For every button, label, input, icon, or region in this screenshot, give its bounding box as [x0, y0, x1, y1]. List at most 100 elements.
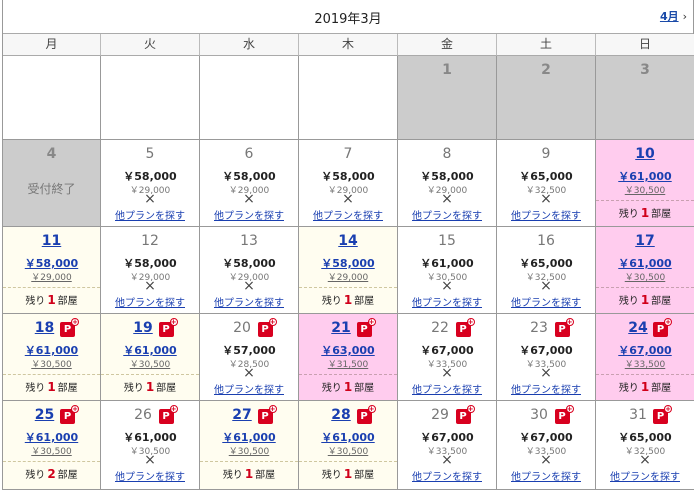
other-plans-link[interactable]: 他プランを探す: [497, 294, 595, 309]
other-plans-link[interactable]: 他プランを探す: [299, 207, 397, 222]
rooms-remaining: 残り 1 部屋: [101, 374, 199, 394]
rooms-remaining: 残り 1 部屋: [299, 461, 397, 481]
next-month-link[interactable]: 4月 ›: [660, 8, 687, 24]
day-number[interactable]: 11: [3, 233, 100, 249]
price-total[interactable]: ￥61,000: [3, 342, 100, 358]
remaining-prefix: 残り: [222, 470, 243, 481]
calendar-day-cell[interactable]: 10 ￥61,000 ￥30,500 残り 1 部屋: [596, 140, 694, 227]
price-total: ￥58,000: [321, 170, 375, 183]
day-number: 4: [46, 146, 57, 162]
price-total[interactable]: ￥63,000: [299, 342, 397, 358]
day-number[interactable]: 10: [596, 146, 694, 162]
other-plans-link[interactable]: 他プランを探す: [398, 207, 496, 222]
price-total: ￥67,000: [420, 431, 474, 444]
calendar-day-cell[interactable]: 28 P + ￥61,000 ￥30,500 残り 1 部屋: [299, 401, 398, 490]
price-per-person: ￥30,500: [624, 273, 666, 283]
rooms-remaining: 残り 1 部屋: [596, 374, 694, 394]
plus-icon: +: [367, 318, 376, 326]
calendar-day-cell[interactable]: 24 P + ￥67,000 ￥33,500 残り 1 部屋: [596, 314, 694, 401]
day-number[interactable]: 17: [596, 233, 694, 249]
price-total[interactable]: ￥61,000: [3, 429, 100, 445]
other-plans-link[interactable]: 他プランを探す: [101, 294, 199, 309]
price-total[interactable]: ￥67,000: [596, 342, 694, 358]
day-number[interactable]: 21: [299, 320, 397, 336]
remaining-prefix: 残り: [618, 296, 639, 307]
remaining-count: 1: [145, 380, 155, 394]
plus-icon: +: [664, 318, 672, 326]
other-plans-link[interactable]: 他プランを探す: [497, 381, 595, 396]
remaining-suffix: 部屋: [57, 470, 78, 481]
price-total[interactable]: ￥61,000: [101, 342, 199, 358]
day-number: 1: [442, 62, 452, 78]
unavailable-icon: ×: [342, 191, 354, 207]
price-total: ￥58,000: [420, 170, 474, 183]
price-total[interactable]: ￥61,000: [596, 255, 694, 271]
price-total[interactable]: ￥61,000: [596, 168, 694, 184]
weekday-header: 土: [497, 34, 596, 56]
price-total[interactable]: ￥61,000: [200, 429, 298, 445]
plus-icon: +: [268, 318, 277, 326]
day-number[interactable]: 25: [3, 407, 100, 423]
price-per-person: ￥30,500: [31, 360, 72, 370]
unavailable-icon: ×: [540, 191, 552, 207]
calendar-day-cell[interactable]: 18 P + ￥61,000 ￥30,500 残り 1 部屋: [3, 314, 101, 401]
calendar-day-cell[interactable]: 21 P + ￥63,000 ￥31,500 残り 1 部屋: [299, 314, 398, 401]
day-number[interactable]: 24: [596, 320, 694, 336]
price-total[interactable]: ￥58,000: [299, 255, 397, 271]
price-total: ￥61,000: [123, 431, 177, 444]
other-plans-link[interactable]: 他プランを探す: [398, 468, 496, 483]
calendar-day-cell[interactable]: 11 ￥58,000 ￥29,000 残り 1 部屋: [3, 227, 101, 314]
plus-icon: +: [565, 405, 574, 413]
remaining-count: 1: [640, 206, 650, 220]
unavailable-icon: ×: [540, 365, 552, 381]
day-number[interactable]: 14: [299, 233, 397, 249]
parking-badge-icon: P +: [257, 405, 277, 424]
calendar-day-cell[interactable]: 19 P + ￥61,000 ￥30,500 残り 1 部屋: [101, 314, 200, 401]
calendar-day-cell: 20 P + ￥57,000 ￥28,500 × 他プランを探す: [200, 314, 299, 401]
other-plans-link[interactable]: 他プランを探す: [200, 294, 298, 309]
calendar-day-cell: [101, 56, 200, 140]
unavailable-icon: ×: [441, 191, 453, 207]
price-per-person: ￥33,500: [624, 360, 666, 370]
rooms-remaining: 残り 1 部屋: [299, 374, 397, 394]
other-plans-link[interactable]: 他プランを探す: [497, 468, 595, 483]
other-plans-link[interactable]: 他プランを探す: [101, 207, 199, 222]
price-total[interactable]: ￥61,000: [299, 429, 397, 445]
weekday-header: 月: [3, 34, 101, 56]
other-plans-link[interactable]: 他プランを探す: [398, 294, 496, 309]
other-plans-link[interactable]: 他プランを探す: [596, 468, 694, 483]
other-plans-link[interactable]: 他プランを探す: [101, 468, 199, 483]
unavailable-icon: ×: [540, 452, 552, 468]
remaining-prefix: 残り: [321, 383, 342, 394]
calendar-day-cell[interactable]: 14 ￥58,000 ￥29,000 残り 1 部屋: [299, 227, 398, 314]
unavailable-icon: ×: [144, 278, 156, 294]
day-number[interactable]: 18: [3, 320, 100, 336]
other-plans-link[interactable]: 他プランを探す: [200, 207, 298, 222]
remaining-suffix: 部屋: [651, 209, 672, 220]
other-plans-link[interactable]: 他プランを探す: [398, 381, 496, 396]
day-number[interactable]: 27: [200, 407, 298, 423]
remaining-count: 1: [47, 380, 56, 394]
weekday-header: 火: [101, 34, 200, 56]
remaining-count: 1: [640, 293, 650, 307]
day-number[interactable]: 19: [101, 320, 199, 336]
day-number: 7: [343, 146, 353, 162]
rooms-remaining: 残り 1 部屋: [3, 287, 100, 307]
calendar-day-cell: 31 P + ￥65,000 ￥32,500 × 他プランを探す: [596, 401, 694, 490]
day-number: 16: [537, 233, 555, 249]
other-plans-link[interactable]: 他プランを探す: [200, 381, 298, 396]
parking-badge-icon: P +: [554, 405, 574, 424]
other-plans-link[interactable]: 他プランを探す: [497, 207, 595, 222]
price-total[interactable]: ￥58,000: [3, 255, 100, 271]
day-number[interactable]: 28: [299, 407, 397, 423]
calendar-day-cell[interactable]: 25 P + ￥61,000 ￥30,500 残り 2 部屋: [3, 401, 101, 490]
unavailable-icon: ×: [243, 365, 255, 381]
price-per-person: ￥30,500: [129, 360, 171, 370]
day-number: 5: [145, 146, 155, 162]
calendar-day-cell: 5 ￥58,000 ￥29,000 × 他プランを探す: [101, 140, 200, 227]
remaining-count: 1: [343, 293, 353, 307]
calendar-day-cell[interactable]: 17 ￥61,000 ￥30,500 残り 1 部屋: [596, 227, 694, 314]
rooms-remaining: 残り 2 部屋: [3, 461, 100, 481]
calendar-day-cell[interactable]: 27 P + ￥61,000 ￥30,500 残り 1 部屋: [200, 401, 299, 490]
remaining-prefix: 残り: [321, 470, 342, 481]
